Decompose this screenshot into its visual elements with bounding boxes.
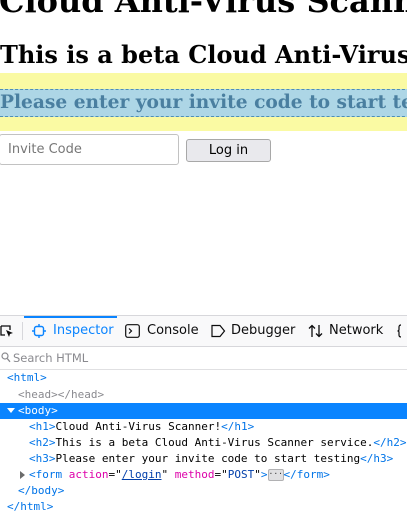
invite-code-input[interactable]: Invite Code <box>0 134 179 165</box>
tab-label-inspector: Inspector <box>53 323 114 338</box>
console-icon <box>125 324 140 338</box>
html-search-bar[interactable]: Search HTML <box>0 347 407 370</box>
tab-console[interactable]: Console <box>125 316 199 346</box>
inspector-icon <box>32 324 46 338</box>
page-heading-h2: This is a beta Cloud Anti-Virus Scanner … <box>0 40 407 69</box>
tree-node-html-close[interactable]: </html> <box>0 499 407 515</box>
tree-node-head[interactable]: <head></head> <box>0 387 407 403</box>
page-viewport: Cloud Anti-Virus Scanner! This is a beta… <box>0 0 407 315</box>
style-editor-icon <box>397 324 402 338</box>
debugger-icon <box>211 324 226 338</box>
search-html-input[interactable]: Search HTML <box>13 351 88 365</box>
search-icon <box>1 352 11 363</box>
tree-node-body-close[interactable]: </body> <box>0 483 407 499</box>
expand-twisty-icon[interactable] <box>7 408 15 413</box>
tab-network[interactable]: Network <box>308 316 383 346</box>
tree-node-h2[interactable]: <h2>This is a beta Cloud Anti-Virus Scan… <box>0 435 407 451</box>
network-icon <box>308 324 323 338</box>
tree-node-h1[interactable]: <h1>Cloud Anti-Virus Scanner!</h1> <box>0 419 407 435</box>
collapsed-content-badge[interactable]: ··· <box>267 469 284 481</box>
tab-inspector[interactable]: Inspector <box>32 316 114 346</box>
login-button[interactable]: Log in <box>186 139 271 162</box>
page-heading-h3: Please enter your invite code to start t… <box>0 92 407 113</box>
element-picker-icon[interactable] <box>0 324 14 338</box>
tab-label-debugger: Debugger <box>231 323 296 338</box>
collapse-twisty-icon[interactable] <box>20 471 25 479</box>
devtools-panel: Inspector Console Debugger Network Searc… <box>0 315 407 516</box>
tab-label-network: Network <box>329 323 384 338</box>
toolbar-separator <box>22 322 23 340</box>
tab-debugger[interactable]: Debugger <box>211 316 295 346</box>
tree-node-form[interactable]: <form action="/login" method="POST">···<… <box>0 467 407 483</box>
tree-node-body-selected[interactable]: <body> <box>0 403 407 419</box>
devtools-toolbar: Inspector Console Debugger Network <box>0 316 407 347</box>
page-heading-h1: Cloud Anti-Virus Scanner! <box>0 0 407 20</box>
tree-node-h3[interactable]: <h3>Please enter your invite code to sta… <box>0 451 407 467</box>
tree-node-html-open[interactable]: <html> <box>0 370 407 386</box>
tab-label-console: Console <box>147 323 199 338</box>
